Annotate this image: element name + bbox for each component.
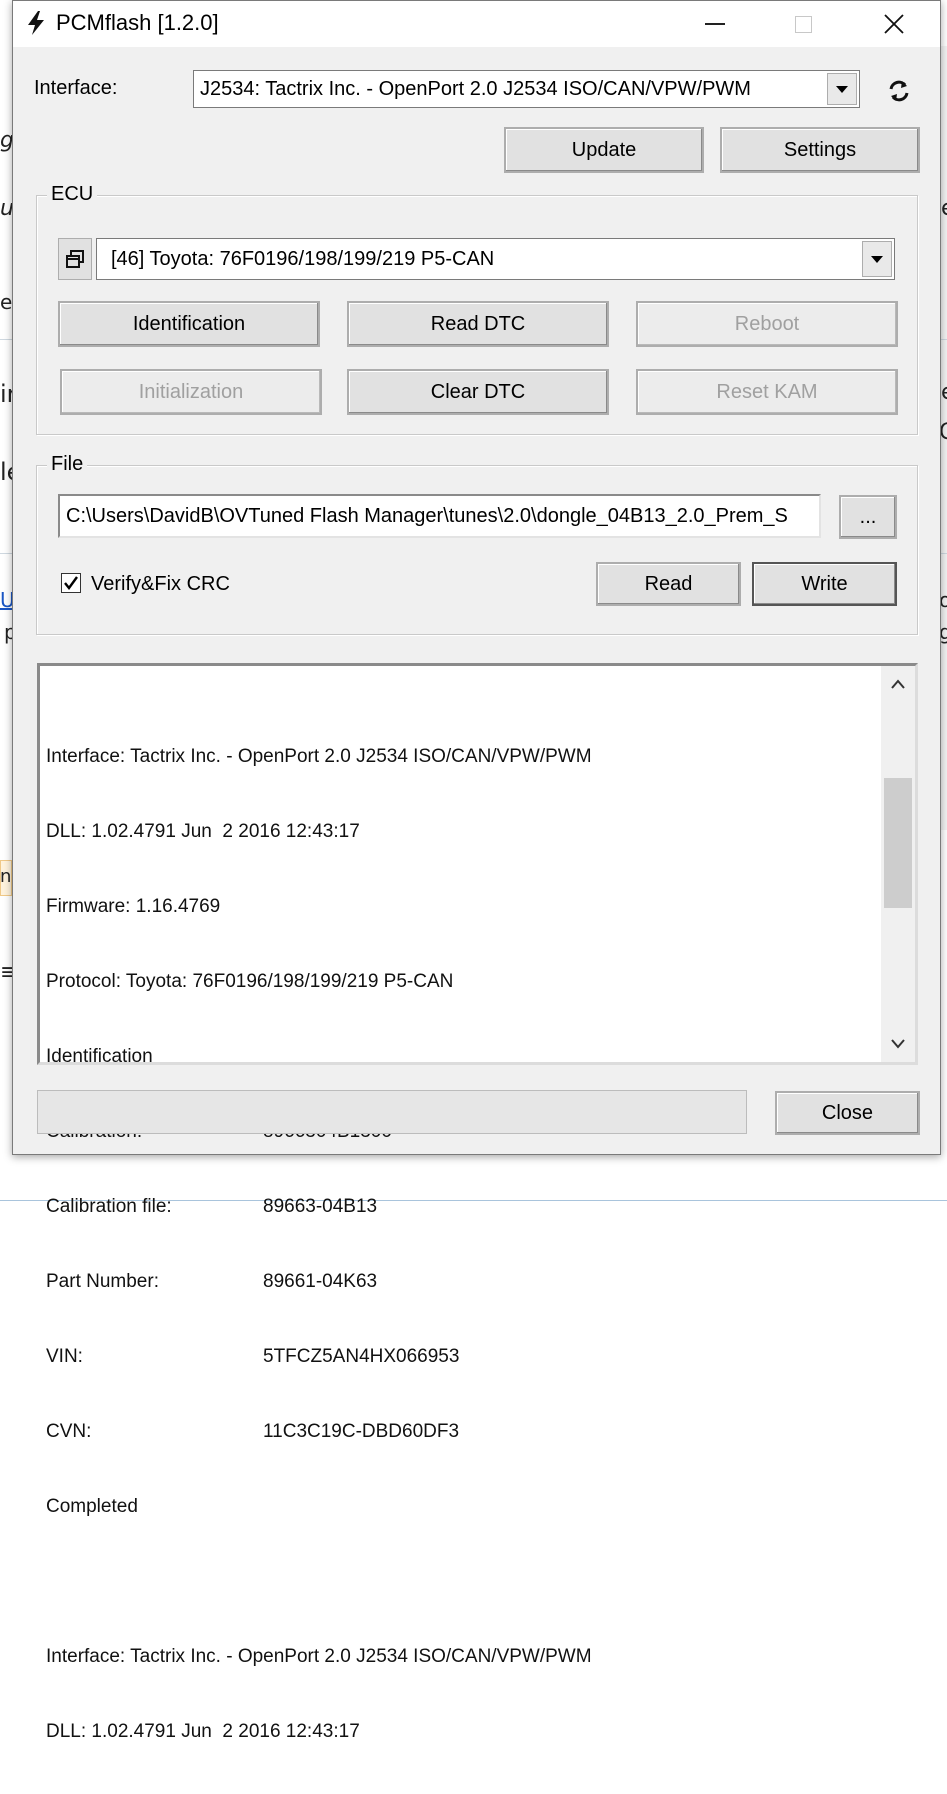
close-button[interactable]: Close xyxy=(775,1091,920,1135)
log-detail-value: 89663-04B13 xyxy=(263,1196,378,1217)
log-line: Firmware: 1.16.4769 xyxy=(46,896,221,917)
log-detail-value: 5TFCZ5AN4HX066953 xyxy=(263,1346,460,1367)
background-text: e xyxy=(941,380,947,405)
log-textarea[interactable]: Interface: Tactrix Inc. - OpenPort 2.0 J… xyxy=(37,663,918,1742)
write-button[interactable]: Write xyxy=(752,562,897,606)
log-line: DLL: 1.02.4791 Jun 2 2016 12:43:17 xyxy=(46,1721,360,1742)
window-title: PCMflash [1.2.0] xyxy=(56,10,219,35)
log-blank-line xyxy=(46,1569,875,1594)
file-group: File xyxy=(36,452,918,635)
reboot-button[interactable]: Reboot xyxy=(636,301,898,347)
identification-button[interactable]: Identification xyxy=(58,301,320,347)
log-detail-value: 11C3C19C-DBD60DF3 xyxy=(263,1421,460,1442)
settings-button[interactable]: Settings xyxy=(720,127,920,173)
maximize-icon xyxy=(794,15,812,33)
chevron-down-icon[interactable] xyxy=(827,73,857,105)
chevron-down-icon[interactable] xyxy=(862,241,892,277)
initialization-button[interactable]: Initialization xyxy=(60,369,322,415)
chevron-up-icon xyxy=(891,679,905,689)
log-detail-row: VIN: 5TFCZ5AN4HX066953 xyxy=(46,1344,875,1369)
background-text: n xyxy=(0,866,12,887)
interface-label: Interface: xyxy=(34,77,118,99)
checkmark-icon xyxy=(64,576,78,590)
background-text: e xyxy=(0,290,13,314)
file-path-input[interactable]: C:\Users\DavidB\OVTuned Flash Manager\tu… xyxy=(58,494,821,538)
clear-dtc-button[interactable]: Clear DTC xyxy=(347,369,609,415)
verify-crc-checkbox[interactable] xyxy=(61,573,81,593)
window-restore-icon xyxy=(66,250,84,268)
minimize-button[interactable] xyxy=(670,1,760,47)
ecu-select[interactable]: [46] Toyota: 76F0196/198/199/219 P5-CAN xyxy=(96,238,895,280)
ecu-list-button[interactable] xyxy=(58,238,92,280)
log-detail-row: Calibration file: 89663-04B13 xyxy=(46,1194,875,1219)
log-line: Interface: Tactrix Inc. - OpenPort 2.0 J… xyxy=(46,1646,592,1667)
progress-bar xyxy=(37,1090,747,1134)
interface-select-value: J2534: Tactrix Inc. - OpenPort 2.0 J2534… xyxy=(200,77,751,100)
log-line: DLL: 1.02.4791 Jun 2 2016 12:43:17 xyxy=(46,821,360,842)
log-detail-key: Calibration file: xyxy=(46,1196,172,1217)
maximize-button[interactable] xyxy=(758,1,848,47)
scroll-down-button[interactable] xyxy=(881,1026,915,1062)
reset-kam-button[interactable]: Reset KAM xyxy=(636,369,898,415)
browse-button[interactable]: ... xyxy=(839,495,897,539)
background-divider xyxy=(941,553,947,554)
log-line: Completed xyxy=(46,1496,138,1517)
background-divider xyxy=(0,553,12,554)
log-detail-value: 89661-04K63 xyxy=(263,1271,378,1292)
background-divider xyxy=(941,339,947,340)
close-window-button[interactable] xyxy=(849,1,939,47)
scroll-up-button[interactable] xyxy=(881,666,915,702)
read-dtc-button[interactable]: Read DTC xyxy=(347,301,609,347)
chevron-down-icon xyxy=(891,1039,905,1049)
log-detail-key: CVN: xyxy=(46,1421,92,1442)
log-line: Protocol: Toyota: 76F0196/198/199/219 P5… xyxy=(46,971,454,992)
log-scrollbar[interactable] xyxy=(881,666,915,1062)
lightning-icon xyxy=(28,11,44,35)
close-icon xyxy=(884,14,904,34)
log-detail-row: Part Number: 89661-04K63 xyxy=(46,1269,875,1294)
log-detail-key: Part Number: xyxy=(46,1271,159,1292)
read-button[interactable]: Read xyxy=(596,562,741,606)
log-line: Identification xyxy=(46,1046,153,1067)
ecu-group-title: ECU xyxy=(47,182,98,206)
verify-crc-label[interactable]: Verify&Fix CRC xyxy=(91,572,230,596)
background-divider xyxy=(0,339,12,340)
pcmflash-window: PCMflash [1.2.0] Interface: J2534: Tactr… xyxy=(12,0,941,1742)
background-text: e xyxy=(941,196,947,221)
file-group-title: File xyxy=(47,452,88,476)
log-line: Interface: Tactrix Inc. - OpenPort 2.0 J… xyxy=(46,746,592,767)
title-bar[interactable]: PCMflash [1.2.0] xyxy=(13,1,940,47)
ecu-select-value: [46] Toyota: 76F0196/198/199/219 P5-CAN xyxy=(111,247,495,270)
scroll-thumb[interactable] xyxy=(884,778,912,908)
log-detail-key: VIN: xyxy=(46,1346,83,1367)
refresh-icon[interactable] xyxy=(885,77,913,105)
minimize-icon xyxy=(705,23,725,25)
log-content: Interface: Tactrix Inc. - OpenPort 2.0 J… xyxy=(46,694,875,1794)
update-button[interactable]: Update xyxy=(504,127,704,173)
log-detail-row: CVN: 11C3C19C-DBD60DF3 xyxy=(46,1419,875,1444)
interface-select[interactable]: J2534: Tactrix Inc. - OpenPort 2.0 J2534… xyxy=(193,70,860,108)
